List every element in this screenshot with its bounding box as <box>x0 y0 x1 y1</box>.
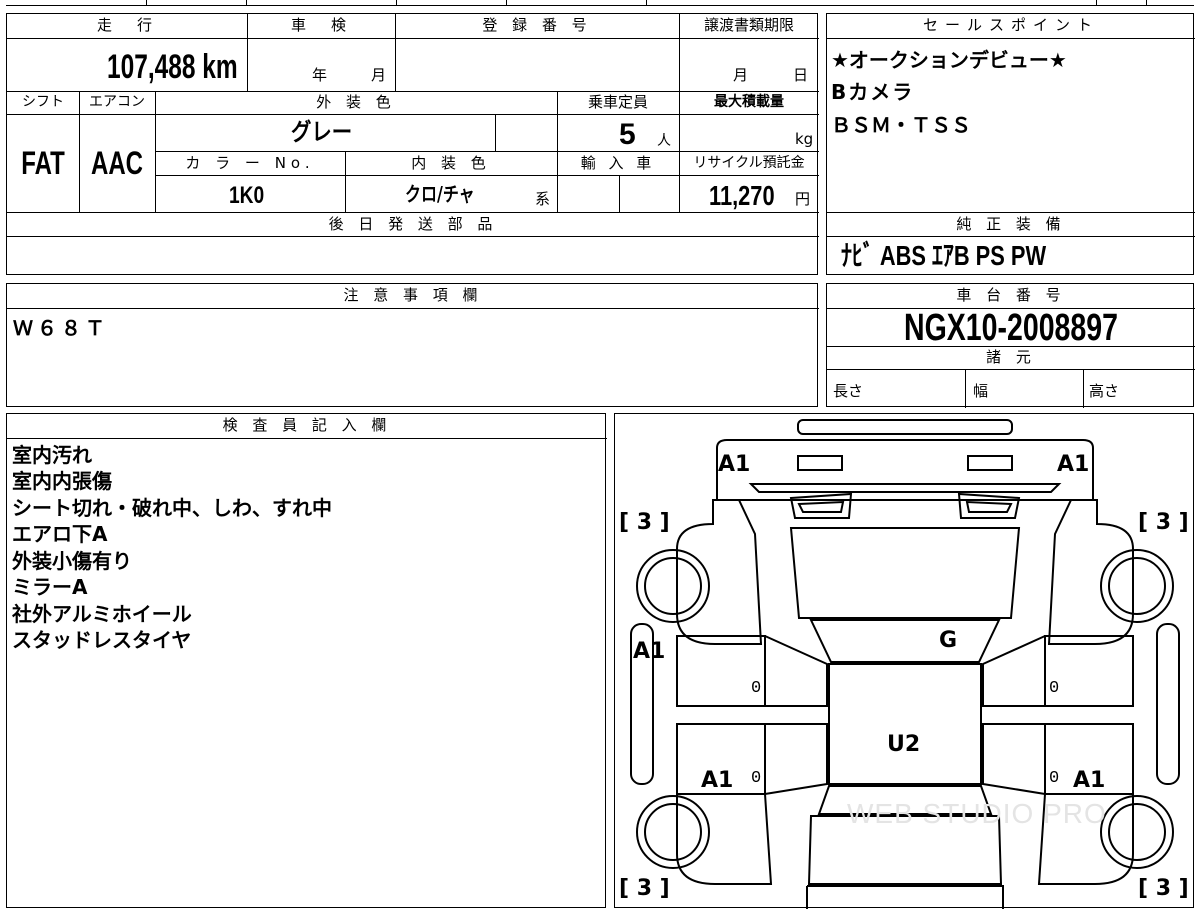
width-label: 幅 <box>973 382 989 400</box>
car-outline <box>630 419 1180 909</box>
inspector-line: 外装小傷有り <box>12 549 132 573</box>
inspector-line: ミラーA <box>12 575 88 599</box>
transfer-month-unit: 月 <box>733 66 749 84</box>
color-no-value: 1K0 <box>229 182 265 209</box>
tire-front-left: [ 3 ] <box>619 510 670 535</box>
sales-point-box: セールスポイント ★オークションデビュー★ Bカメラ ＢＳＭ・ＴＳＳ 純 正 装… <box>826 13 1195 275</box>
interior-color-suffix: 系 <box>535 190 551 208</box>
max-load-label: 最大積載量 <box>714 94 784 110</box>
specs-label: 諸 元 <box>986 348 1036 366</box>
capacity-label: 乗車定員 <box>587 93 648 111</box>
chassis-box: 車 台 番 号 NGX10-2008897 諸 元 長さ 幅 高さ <box>826 283 1195 408</box>
equipment-label: 純 正 装 備 <box>956 215 1066 233</box>
inspector-label: 検 査 員 記 入 欄 <box>222 416 392 434</box>
exterior-color-label: 外 装 色 <box>316 93 396 111</box>
recycle-label: リサイクル預託金 <box>693 155 805 171</box>
tire-rear-left: [ 3 ] <box>619 876 670 901</box>
ac-label: エアコン <box>89 94 145 110</box>
notes-label: 注 意 事 項 欄 <box>343 286 483 304</box>
import-label: 輸 入 車 <box>580 154 656 172</box>
mark-roof: U2 <box>887 732 921 757</box>
car-diagram: WEB STUDIO PRO A1 A1 A1 G U2 A1 A1 [ 3 ]… <box>614 413 1194 909</box>
notes-value: Ｗ６８Ｔ <box>13 316 109 340</box>
mark-rear-left: A1 <box>701 768 734 793</box>
color-no-label: カ ラ ー No. <box>185 154 315 172</box>
inspector-line: 室内内張傷 <box>12 469 112 493</box>
door-zero-mark: 0 <box>751 769 762 788</box>
recycle-value: 11,270 <box>709 180 775 211</box>
inspection-month-unit: 月 <box>371 66 387 84</box>
ac-value: AAC <box>90 145 143 181</box>
tire-rear-right: [ 3 ] <box>1138 876 1189 901</box>
inspector-line: エアロ下A <box>12 522 108 546</box>
inspector-line: シート切れ・破れ中、しわ、すれ中 <box>12 496 332 520</box>
inspection-label: 車 検 <box>290 16 351 34</box>
mileage-value: 107,488 km <box>107 48 238 86</box>
vehicle-info-grid: 走 行 車 検 登 録 番 号 譲渡書類期限 107,488 km 年 月 月 … <box>6 13 819 275</box>
inspector-box: 検 査 員 記 入 欄 室内汚れ 室内内張傷 シート切れ・破れ中、しわ、すれ中 … <box>6 413 607 908</box>
interior-color-value: クロ/チャ <box>405 182 475 206</box>
mark-hood: G <box>939 628 958 653</box>
registration-label: 登 録 番 号 <box>482 16 592 34</box>
top-strip <box>6 0 1194 6</box>
equipment-value: ﾅﾋﾞ ABS ｴｱB PS PW <box>841 240 1047 271</box>
mileage-label: 走 行 <box>96 16 157 34</box>
door-zero-mark: 0 <box>751 679 762 698</box>
length-label: 長さ <box>833 382 864 400</box>
inspector-line: スタッドレスタイヤ <box>12 628 192 652</box>
recycle-unit: 円 <box>795 190 811 208</box>
transfer-deadline-label: 譲渡書類期限 <box>703 16 794 34</box>
chassis-label: 車 台 番 号 <box>956 286 1066 304</box>
max-load-unit: kg <box>795 130 814 148</box>
mark-rear-right: A1 <box>1073 768 1106 793</box>
inspector-line: 室内汚れ <box>12 443 92 467</box>
inspector-line: 社外アルミホイール <box>12 602 192 626</box>
notes-box: 注 意 事 項 欄 Ｗ６８Ｔ <box>6 283 819 407</box>
mark-left-side: A1 <box>633 639 666 664</box>
later-parts-label: 後 日 発 送 部 品 <box>328 215 498 233</box>
height-label: 高さ <box>1089 382 1120 400</box>
mark-front-right: A1 <box>1057 452 1090 477</box>
shift-label: シフト <box>22 94 64 110</box>
capacity-unit: 人 <box>657 133 671 149</box>
exterior-color-value: グレー <box>291 118 353 146</box>
door-zero-mark: 0 <box>1049 769 1060 788</box>
sales-point-line: ＢＳＭ・ＴＳＳ <box>831 113 971 137</box>
interior-color-label: 内 装 色 <box>411 154 491 172</box>
inspection-year-unit: 年 <box>312 66 328 84</box>
sales-point-line: ★オークションデビュー★ <box>831 48 1067 72</box>
sales-point-line: Bカメラ <box>831 80 915 104</box>
shift-value: FAT <box>21 145 65 181</box>
door-zero-mark: 0 <box>1049 679 1060 698</box>
transfer-day-unit: 日 <box>793 66 809 84</box>
chassis-value: NGX10-2008897 <box>904 307 1118 349</box>
capacity-value: 5 <box>619 118 636 151</box>
sales-point-label: セールスポイント <box>922 16 1099 34</box>
tire-front-right: [ 3 ] <box>1138 510 1189 535</box>
diagram-watermark: WEB STUDIO PRO <box>847 798 1107 829</box>
mark-front-left: A1 <box>718 452 751 477</box>
